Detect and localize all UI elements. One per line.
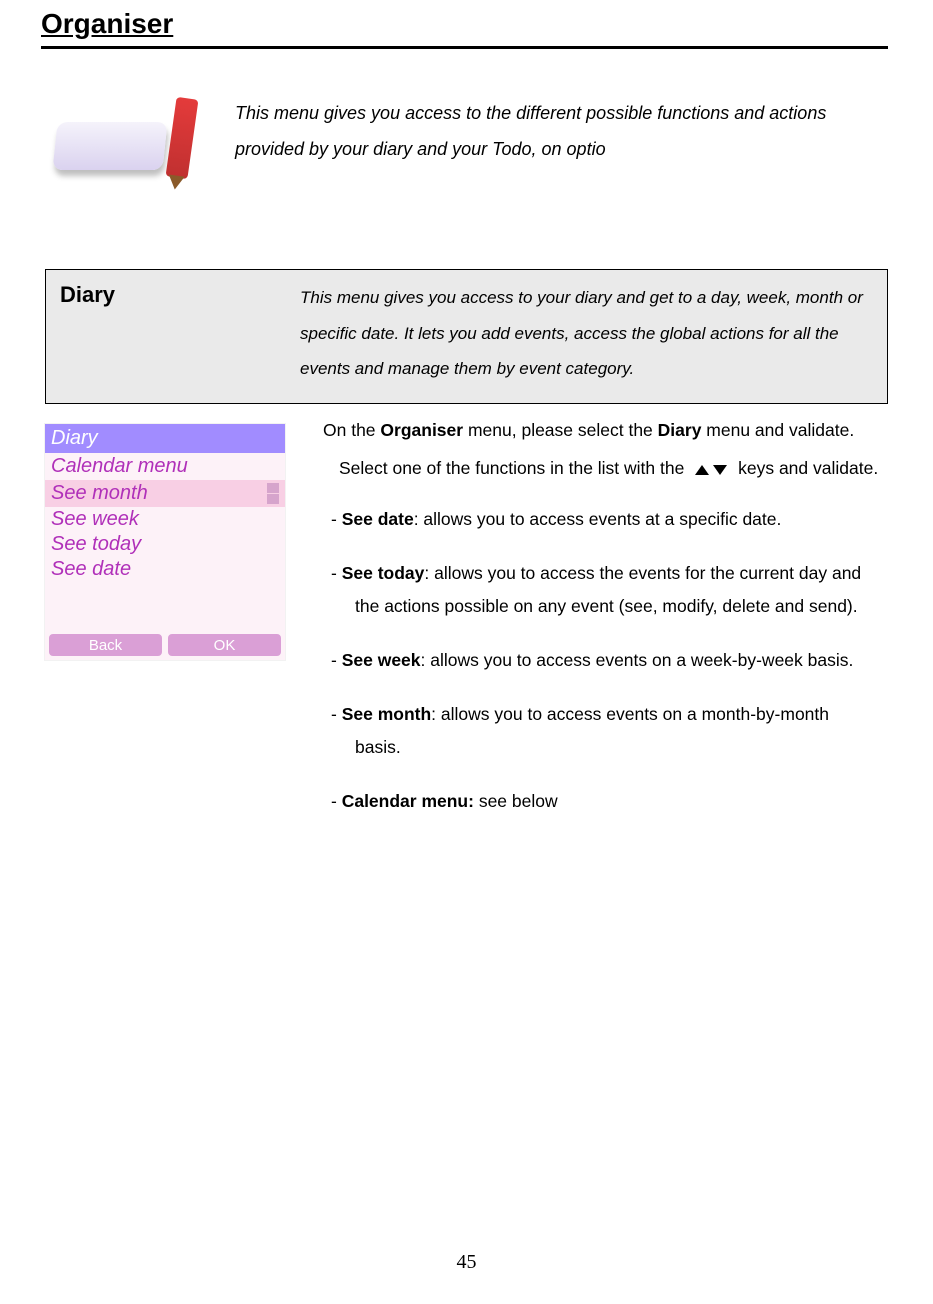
screenshot-subheader: Calendar menu <box>45 453 285 480</box>
text-bold: Calendar menu: <box>342 791 474 811</box>
text-fragment: : allows you to access events at a speci… <box>414 509 782 529</box>
text-fragment: On the <box>323 420 380 440</box>
diary-label: Diary <box>60 280 260 387</box>
page-title: Organiser <box>41 0 888 49</box>
instruction-line-1: On the Organiser menu, please select the… <box>323 414 888 446</box>
diary-description: This menu gives you access to your diary… <box>300 280 873 387</box>
feature-see-today: - See today: allows you to access the ev… <box>323 557 888 622</box>
feature-see-date: - See date: allows you to access events … <box>323 503 888 535</box>
arrow-up-icon <box>695 465 709 475</box>
text-fragment: : allows you to access events on a week-… <box>421 650 854 670</box>
up-down-keys-icon <box>689 465 733 475</box>
text-bold: See date <box>342 509 414 529</box>
text-continuation: basis. <box>331 731 888 763</box>
intro-text: This menu gives you access to the differ… <box>235 89 888 167</box>
phone-screenshot: Diary Calendar menu See month See week S… <box>45 424 285 660</box>
screenshot-softkeys: Back OK <box>45 630 285 660</box>
text-fragment: : allows you to access events on a month… <box>431 704 829 724</box>
text-fragment: : allows you to access the events for th… <box>424 563 861 583</box>
text-bold: Organiser <box>380 420 463 440</box>
screenshot-selected-label: See month <box>51 482 148 505</box>
text-bold: See week <box>342 650 421 670</box>
text-bold: See today <box>342 563 425 583</box>
text-fragment: keys and validate. <box>738 458 878 478</box>
page-number: 45 <box>0 1251 933 1274</box>
screenshot-blank-area <box>45 582 285 630</box>
back-button[interactable]: Back <box>49 634 162 656</box>
screenshot-item[interactable]: See date <box>45 557 285 582</box>
text-fragment: Select one of the functions in the list … <box>339 458 689 478</box>
arrow-down-icon <box>713 465 727 475</box>
organiser-icon <box>45 89 195 199</box>
diary-section-box: Diary This menu gives you access to your… <box>45 269 888 404</box>
scroll-indicator-icon <box>267 483 279 504</box>
intro-block: This menu gives you access to the differ… <box>45 89 888 199</box>
screenshot-item[interactable]: See today <box>45 532 285 557</box>
text-continuation: the actions possible on any event (see, … <box>331 590 888 622</box>
feature-see-month: - See month: allows you to access events… <box>323 698 888 763</box>
text-fragment: see below <box>474 791 558 811</box>
screenshot-item[interactable]: See week <box>45 507 285 532</box>
instruction-line-2: Select one of the functions in the list … <box>323 452 888 484</box>
feature-see-week: - See week: allows you to access events … <box>323 644 888 676</box>
screenshot-selected-item[interactable]: See month <box>45 480 285 507</box>
text-bold: See month <box>342 704 431 724</box>
text-fragment: menu and validate. <box>701 420 854 440</box>
screenshot-header: Diary <box>45 424 285 453</box>
feature-calendar-menu: - Calendar menu: see below <box>323 785 888 817</box>
ok-button[interactable]: OK <box>168 634 281 656</box>
diary-instructions: On the Organiser menu, please select the… <box>323 414 888 839</box>
text-bold: Diary <box>658 420 702 440</box>
text-fragment: menu, please select the <box>463 420 658 440</box>
diary-body-block: Diary Calendar menu See month See week S… <box>45 414 888 839</box>
